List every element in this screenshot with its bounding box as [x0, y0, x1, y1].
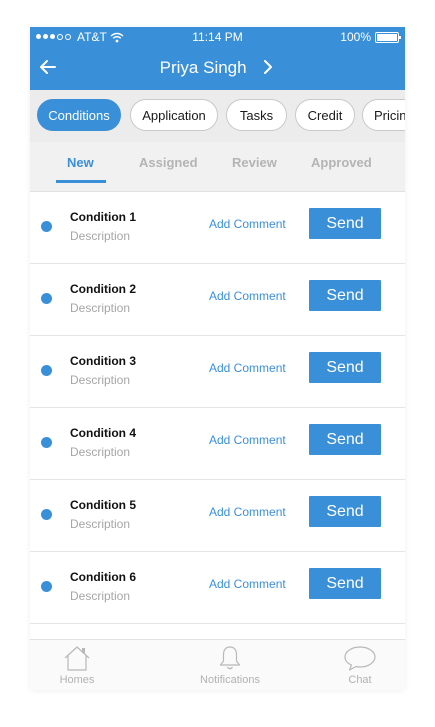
condition-name: Condition 1: [70, 210, 136, 224]
phone-screen: AT&T 11:14 PM 100% Priya Singh Condition…: [30, 27, 405, 690]
tab-assigned[interactable]: Assigned: [139, 155, 198, 170]
condition-description: Description: [70, 445, 131, 459]
nav-chat-label: Chat: [348, 674, 372, 686]
list-item: Condition 1 Description Add Comment Send: [30, 192, 405, 264]
condition-description: Description: [70, 517, 131, 531]
nav-homes-label: Homes: [59, 674, 95, 686]
navigation-bar: Priya Singh: [30, 47, 405, 90]
send-button[interactable]: Send: [309, 352, 381, 383]
chat-bubble-icon: [344, 646, 376, 671]
list-item: Condition 4 Description Add Comment Send: [30, 408, 405, 480]
condition-description: Description: [70, 301, 131, 315]
tab-new[interactable]: New: [67, 155, 94, 170]
list-item: Condition 6 Description Add Comment Send: [30, 552, 405, 624]
list-item: Condition 3 Description Add Comment Send: [30, 336, 405, 408]
battery-icon: [375, 31, 401, 43]
conditions-list: Condition 1 Description Add Comment Send…: [30, 192, 405, 624]
category-chip-bar: Conditions Application Tasks Credit Pric…: [30, 90, 405, 142]
chip-pricing[interactable]: Pricing: [362, 99, 405, 131]
condition-description: Description: [70, 589, 131, 603]
send-button[interactable]: Send: [309, 280, 381, 311]
condition-name: Condition 5: [70, 498, 136, 512]
chip-tasks[interactable]: Tasks: [226, 99, 287, 131]
tab-approved[interactable]: Approved: [311, 155, 372, 170]
chip-conditions[interactable]: Conditions: [37, 99, 121, 131]
status-dot: [41, 509, 52, 520]
nav-homes[interactable]: Homes: [32, 644, 122, 686]
battery-percent: 100%: [340, 30, 371, 44]
add-comment-link[interactable]: Add Comment: [209, 433, 286, 447]
nav-notifications[interactable]: Notifications: [185, 644, 275, 686]
status-dot: [41, 293, 52, 304]
add-comment-link[interactable]: Add Comment: [209, 505, 286, 519]
tab-review[interactable]: Review: [232, 155, 277, 170]
status-bar: AT&T 11:14 PM 100%: [30, 27, 405, 47]
chevron-right-icon: [264, 60, 273, 74]
header-title-button[interactable]: Priya Singh: [30, 58, 405, 78]
add-comment-link[interactable]: Add Comment: [209, 217, 286, 231]
status-dot: [41, 437, 52, 448]
page-title: Priya Singh: [159, 58, 247, 77]
add-comment-link[interactable]: Add Comment: [209, 289, 286, 303]
condition-description: Description: [70, 373, 131, 387]
nav-chat[interactable]: Chat: [315, 644, 405, 686]
condition-name: Condition 3: [70, 354, 136, 368]
home-icon: [64, 646, 90, 671]
status-tabs: New Assigned Review Approved: [30, 142, 405, 192]
add-comment-link[interactable]: Add Comment: [209, 577, 286, 591]
bell-icon: [219, 646, 241, 670]
nav-notifications-label: Notifications: [200, 674, 260, 686]
condition-name: Condition 2: [70, 282, 136, 296]
status-dot: [41, 581, 52, 592]
send-button[interactable]: Send: [309, 496, 381, 527]
condition-name: Condition 6: [70, 570, 136, 584]
condition-name: Condition 4: [70, 426, 136, 440]
chip-credit[interactable]: Credit: [295, 99, 355, 131]
list-item: Condition 5 Description Add Comment Send: [30, 480, 405, 552]
send-button[interactable]: Send: [309, 208, 381, 239]
send-button[interactable]: Send: [309, 568, 381, 599]
status-dot: [41, 221, 52, 232]
condition-description: Description: [70, 229, 131, 243]
status-right: 100%: [340, 30, 401, 44]
bottom-navigation: Homes Notifications Chat: [30, 639, 405, 690]
list-item: Condition 2 Description Add Comment Send: [30, 264, 405, 336]
active-tab-indicator: [56, 180, 106, 183]
send-button[interactable]: Send: [309, 424, 381, 455]
status-dot: [41, 365, 52, 376]
add-comment-link[interactable]: Add Comment: [209, 361, 286, 375]
chip-application[interactable]: Application: [130, 99, 218, 131]
